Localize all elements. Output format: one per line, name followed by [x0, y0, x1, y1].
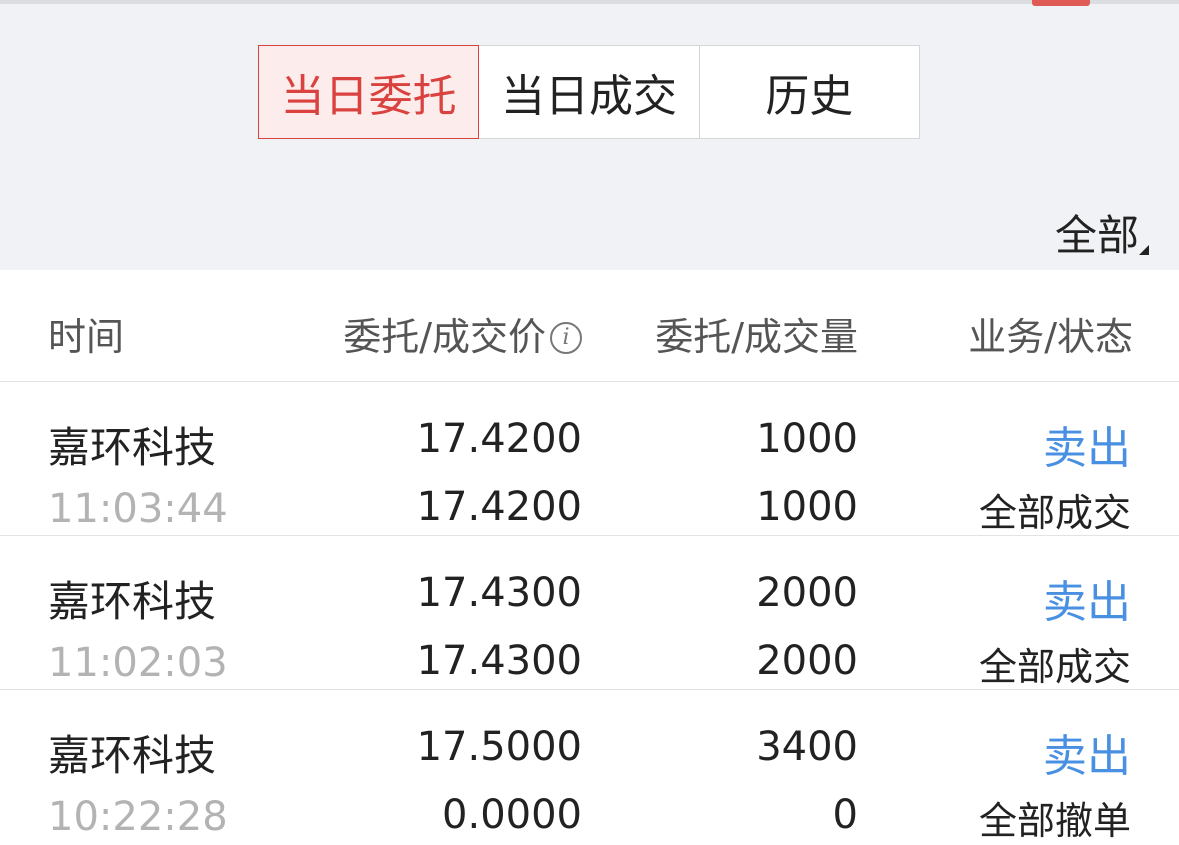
- order-status: 全部成交: [978, 645, 1131, 689]
- info-icon[interactable]: i: [550, 322, 582, 354]
- order-price: 17.5000: [416, 724, 582, 770]
- top-accent-bar: [1032, 0, 1090, 6]
- order-status: 全部成交: [978, 491, 1131, 535]
- trade-action: 卖出: [1043, 731, 1131, 782]
- top-area: 当日委托 当日成交 历史 全部: [0, 0, 1179, 270]
- dropdown-corner-icon: [1139, 245, 1149, 255]
- order-time: 11:03:44: [48, 486, 228, 532]
- order-price: 17.4300: [416, 570, 582, 616]
- stock-name: 嘉环科技: [48, 577, 217, 626]
- filter-dropdown[interactable]: 全部: [1054, 202, 1149, 263]
- order-row[interactable]: 嘉环科技 11:02:03 17.4300 17.4300 2000 2000 …: [0, 536, 1179, 690]
- order-list: 嘉环科技 11:03:44 17.4200 17.4200 1000 1000 …: [0, 382, 1179, 844]
- order-type-tabs: 当日委托 当日成交 历史: [258, 45, 920, 139]
- deal-quantity: 0: [832, 792, 858, 838]
- order-price: 17.4200: [416, 416, 582, 462]
- deal-quantity: 1000: [756, 484, 858, 530]
- deal-price: 0.0000: [442, 792, 582, 838]
- deal-quantity: 2000: [756, 638, 858, 684]
- header-price: 委托/成交价 i: [343, 306, 582, 361]
- order-status: 全部撤单: [978, 799, 1131, 843]
- stock-name: 嘉环科技: [48, 423, 217, 472]
- header-status: 业务/状态: [968, 315, 1133, 359]
- trade-action: 卖出: [1043, 423, 1131, 474]
- filter-label: 全部: [1054, 211, 1139, 260]
- header-price-label: 委托/成交价: [343, 315, 546, 359]
- tab-today-deals[interactable]: 当日成交: [479, 46, 700, 138]
- order-row[interactable]: 嘉环科技 10:22:28 17.5000 0.0000 3400 0 卖出 全…: [0, 690, 1179, 844]
- order-quantity: 3400: [756, 724, 858, 770]
- order-time: 10:22:28: [48, 794, 228, 840]
- tab-history[interactable]: 历史: [699, 46, 919, 138]
- header-time: 时间: [48, 315, 125, 359]
- order-quantity: 1000: [756, 416, 858, 462]
- tab-today-orders[interactable]: 当日委托: [258, 45, 480, 139]
- order-time: 11:02:03: [48, 640, 228, 686]
- deal-price: 17.4300: [416, 638, 582, 684]
- table-header: 时间 委托/成交价 i 委托/成交量 业务/状态: [0, 270, 1179, 382]
- stock-name: 嘉环科技: [48, 731, 217, 780]
- order-row[interactable]: 嘉环科技 11:03:44 17.4200 17.4200 1000 1000 …: [0, 382, 1179, 536]
- header-quantity: 委托/成交量: [655, 315, 858, 359]
- order-quantity: 2000: [756, 570, 858, 616]
- deal-price: 17.4200: [416, 484, 582, 530]
- trade-action: 卖出: [1043, 577, 1131, 628]
